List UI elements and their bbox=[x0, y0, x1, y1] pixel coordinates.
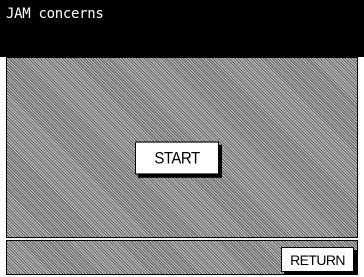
return-button[interactable]: RETURN bbox=[281, 247, 354, 272]
start-button[interactable]: START bbox=[135, 141, 219, 175]
screen-title: JAM concerns bbox=[6, 6, 104, 22]
jam-concerns-screen: JAM concerns START RETURN bbox=[0, 0, 364, 277]
title-bar: JAM concerns bbox=[0, 0, 364, 57]
